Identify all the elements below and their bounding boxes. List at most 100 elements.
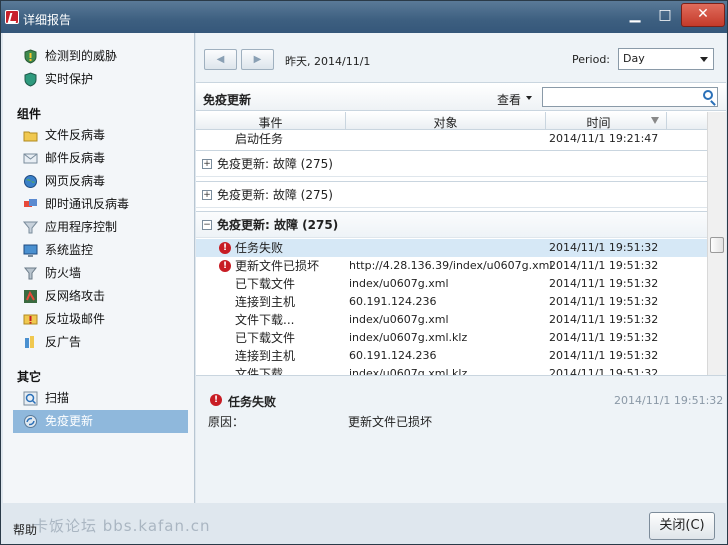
other-heading: 其它 — [17, 370, 42, 384]
event-object: index/u0607g.xml.klz — [349, 331, 468, 344]
period-label: Period: — [572, 53, 611, 66]
table-header: 事件 对象 时间 — [196, 112, 707, 130]
group-label: 免疫更新: 故障 (275) — [217, 157, 333, 171]
network-attack-icon — [24, 290, 37, 303]
sidebar-item-im-av[interactable]: 即时通讯反病毒 — [13, 193, 188, 216]
detail-title: 任务失败 — [228, 395, 277, 409]
event-name: 已下载文件 — [235, 331, 296, 345]
group-row[interactable]: + 免疫更新: 故障 (275) — [196, 181, 707, 208]
event-time: 2014/11/1 19:21:47 — [549, 132, 659, 145]
watermark-text: 卡饭论坛 bbs.kafan.cn — [33, 517, 211, 535]
sidebar-item-network-attack[interactable]: 反网络攻击 — [13, 285, 188, 308]
expand-icon[interactable]: + — [202, 190, 212, 200]
close-button[interactable]: 关闭(C) — [649, 512, 715, 540]
scrollbar-thumb[interactable] — [710, 237, 724, 253]
sidebar-item-label: 邮件反病毒 — [45, 151, 106, 165]
sidebar-item-system-monitor[interactable]: 系统监控 — [13, 239, 188, 262]
current-date: 昨天, 2014/11/1 — [285, 55, 371, 68]
globe-icon — [24, 175, 37, 188]
event-object: index/u0607g.xml — [349, 313, 449, 326]
previous-period-button[interactable]: ◀ — [204, 49, 237, 70]
sidebar-item-realtime[interactable]: 实时保护 — [13, 68, 188, 91]
sidebar-item-label: 即时通讯反病毒 — [45, 197, 130, 211]
table-row[interactable]: 已下载文件 index/u0607g.xml.klz 2014/11/1 19:… — [196, 329, 707, 347]
sidebar-item-mail-av[interactable]: 邮件反病毒 — [13, 147, 188, 170]
table-row[interactable]: 连接到主机 60.191.124.236 2014/11/1 19:51:32 — [196, 347, 707, 365]
error-icon: ! — [219, 242, 231, 254]
minimize-button[interactable]: ▁ — [623, 5, 647, 27]
sidebar: 检测到的威胁 实时保护 组件 文件反病毒 邮件反病毒 网页反病毒 即时通讯反病毒… — [3, 33, 195, 503]
sidebar-item-label: 实时保护 — [45, 72, 94, 86]
sidebar-item-threats[interactable]: 检测到的威胁 — [13, 45, 188, 68]
footer: 帮助 卡饭论坛 bbs.kafan.cn 关闭(C) — [1, 504, 727, 544]
sidebar-item-label: 应用程序控制 — [45, 220, 118, 234]
table-row[interactable]: ! 更新文件已损坏 http://4.28.136.39/index/u0607… — [196, 257, 707, 275]
table-row[interactable]: 启动任务 2014/11/1 19:21:47 — [196, 130, 707, 148]
list-scrollbar[interactable] — [707, 112, 726, 375]
date-toolbar: ◀ ▶ 昨天, 2014/11/1 Period: Day — [196, 33, 726, 83]
sidebar-item-scan[interactable]: 扫描 — [13, 387, 188, 410]
search-input[interactable] — [542, 87, 718, 107]
window-title: 详细报告 — [23, 13, 72, 27]
collapse-icon[interactable]: − — [202, 220, 212, 230]
event-list: 启动任务 2014/11/1 19:21:47 + 免疫更新: 故障 (275)… — [196, 130, 707, 375]
chat-icon — [24, 199, 37, 207]
column-time[interactable]: 时间 — [546, 114, 651, 131]
table-row[interactable]: 文件下载... index/u0607g.xml.klz 2014/11/1 1… — [196, 365, 707, 375]
sidebar-item-anti-spam[interactable]: 反垃圾邮件 — [13, 308, 188, 331]
event-object: index/u0607g.xml.klz — [349, 367, 468, 375]
event-name: 连接到主机 — [235, 295, 296, 309]
group-row[interactable]: + 免疫更新: 故障 (275) — [196, 150, 707, 177]
firewall-icon — [23, 267, 38, 280]
table-row[interactable]: 已下载文件 index/u0607g.xml 2014/11/1 19:51:3… — [196, 275, 707, 293]
report-window: 详细报告 ▁ □ ✕ 检测到的威胁 实时保护 组件 文件反病毒 邮件反病毒 网页… — [0, 0, 728, 545]
mail-icon — [23, 153, 38, 164]
column-divider[interactable] — [666, 112, 667, 130]
column-event[interactable]: 事件 — [196, 114, 345, 131]
sidebar-item-firewall[interactable]: 防火墙 — [13, 262, 188, 285]
event-time: 2014/11/1 19:51:32 — [549, 313, 659, 326]
period-select[interactable]: Day — [618, 48, 714, 70]
period-select-value: Day — [623, 52, 645, 65]
sidebar-item-label: 文件反病毒 — [45, 128, 106, 142]
error-icon: ! — [219, 260, 231, 272]
view-dropdown-icon — [526, 96, 532, 100]
table-row[interactable]: 连接到主机 60.191.124.236 2014/11/1 19:51:32 — [196, 293, 707, 311]
sidebar-item-app-control[interactable]: 应用程序控制 — [13, 216, 188, 239]
table-row[interactable]: ! 任务失败 2014/11/1 19:51:32 — [196, 239, 707, 257]
maximize-button[interactable]: □ — [653, 5, 677, 27]
sidebar-item-file-av[interactable]: 文件反病毒 — [13, 124, 188, 147]
section-title: 免疫更新 — [203, 93, 252, 107]
sidebar-item-label: 系统监控 — [45, 243, 94, 257]
section-header: 免疫更新 查看 — [196, 84, 726, 111]
expand-icon[interactable]: + — [202, 159, 212, 169]
sidebar-item-anti-banner[interactable]: 反广告 — [13, 331, 188, 354]
report-main-panel: ◀ ▶ 昨天, 2014/11/1 Period: Day 免疫更新 查看 事件… — [196, 33, 726, 503]
event-object: 60.191.124.236 — [349, 295, 437, 308]
group-row-expanded[interactable]: − 免疫更新: 故障 (275) — [196, 211, 707, 238]
table-row[interactable]: 文件下载... index/u0607g.xml 2014/11/1 19:51… — [196, 311, 707, 329]
view-menu[interactable]: 查看 — [497, 91, 521, 108]
sidebar-item-label: 反网络攻击 — [45, 289, 106, 303]
sidebar-item-label: 检测到的威胁 — [45, 49, 118, 63]
event-time: 2014/11/1 19:51:32 — [549, 349, 659, 362]
close-window-button[interactable]: ✕ — [681, 3, 725, 27]
group-label: 免疫更新: 故障 (275) — [217, 218, 339, 232]
search-icon[interactable] — [703, 90, 713, 100]
event-name: 更新文件已损坏 — [235, 259, 320, 273]
filter-icon — [23, 221, 38, 234]
column-object[interactable]: 对象 — [346, 114, 545, 131]
detail-cause-label: 原因： — [208, 415, 245, 429]
folder-icon — [23, 131, 38, 142]
sidebar-item-update[interactable]: 免疫更新 — [13, 410, 188, 433]
sidebar-item-web-av[interactable]: 网页反病毒 — [13, 170, 188, 193]
title-bar: 详细报告 ▁ □ ✕ — [1, 1, 727, 33]
next-period-button[interactable]: ▶ — [241, 49, 274, 70]
scan-icon — [23, 391, 38, 406]
components-heading: 组件 — [17, 107, 42, 121]
detail-cause-value: 更新文件已损坏 — [348, 415, 433, 429]
event-time: 2014/11/1 19:51:32 — [549, 367, 659, 375]
event-time: 2014/11/1 19:51:32 — [549, 277, 659, 290]
chevron-down-icon — [700, 57, 708, 62]
event-detail-panel: ! 任务失败 2014/11/1 19:51:32 原因： 更新文件已损坏 — [196, 375, 726, 503]
